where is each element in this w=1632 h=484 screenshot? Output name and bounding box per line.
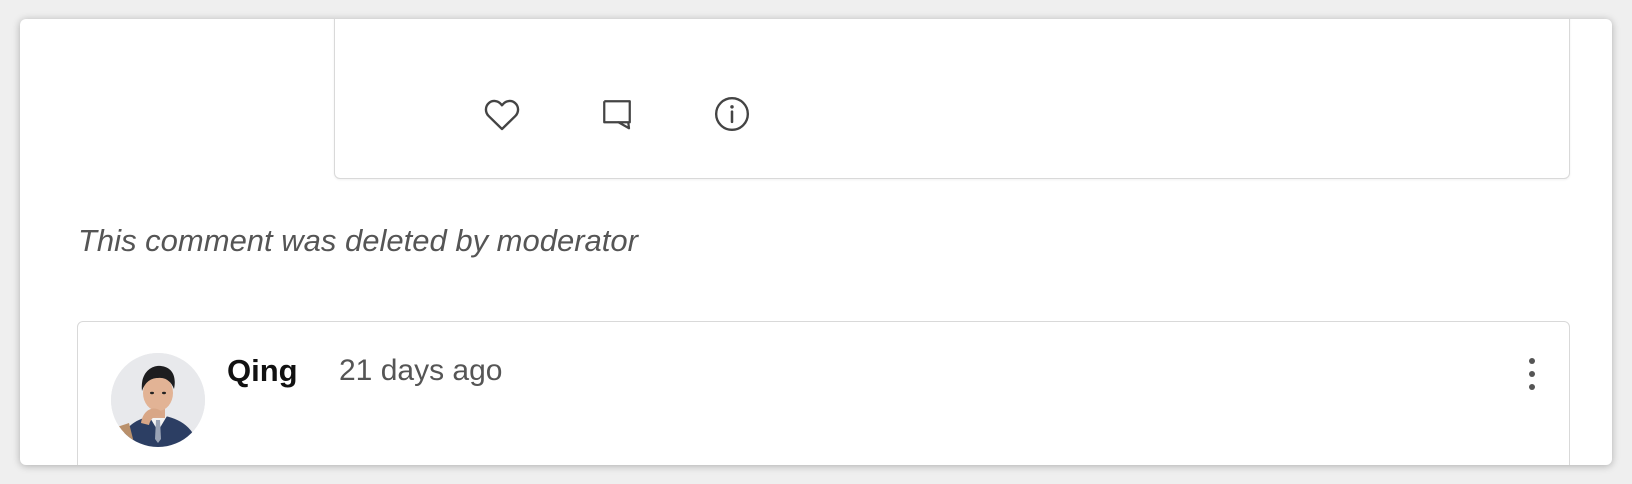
comments-panel: This comment was deleted by moderator Qi… <box>20 19 1612 465</box>
more-options-button[interactable] <box>1517 354 1547 394</box>
more-vertical-icon <box>1529 358 1535 390</box>
reply-card <box>334 19 1570 179</box>
comment-card: Qing 21 days ago <box>77 321 1570 465</box>
comment-author[interactable]: Qing <box>227 353 298 389</box>
like-button[interactable] <box>480 92 524 136</box>
info-icon <box>714 96 750 132</box>
info-button[interactable] <box>710 92 754 136</box>
comment-timestamp: 21 days ago <box>339 354 503 387</box>
avatar-image <box>111 353 205 447</box>
comment-button[interactable] <box>595 92 639 136</box>
heart-icon <box>484 99 520 131</box>
comment-icon <box>603 100 631 130</box>
user-avatar[interactable] <box>111 353 205 447</box>
deleted-comment-notice: This comment was deleted by moderator <box>78 223 638 258</box>
